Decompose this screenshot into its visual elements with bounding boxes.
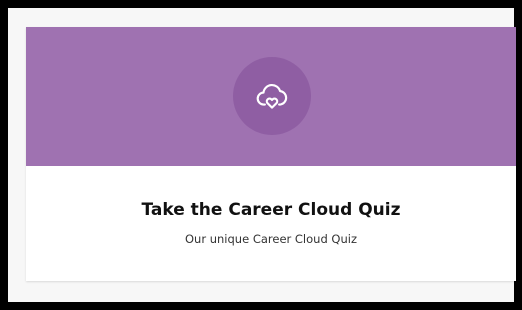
cloud-heart-icon-glyph: [256, 84, 288, 109]
card-banner: [26, 27, 516, 166]
card-title[interactable]: Take the Career Cloud Quiz: [26, 199, 516, 221]
quiz-card[interactable]: Take the Career Cloud Quiz Our unique Ca…: [26, 27, 516, 281]
cloud-heart-icon: [233, 57, 311, 135]
page-frame: Take the Career Cloud Quiz Our unique Ca…: [8, 8, 516, 302]
card-subtitle: Our unique Career Cloud Quiz: [185, 232, 357, 246]
